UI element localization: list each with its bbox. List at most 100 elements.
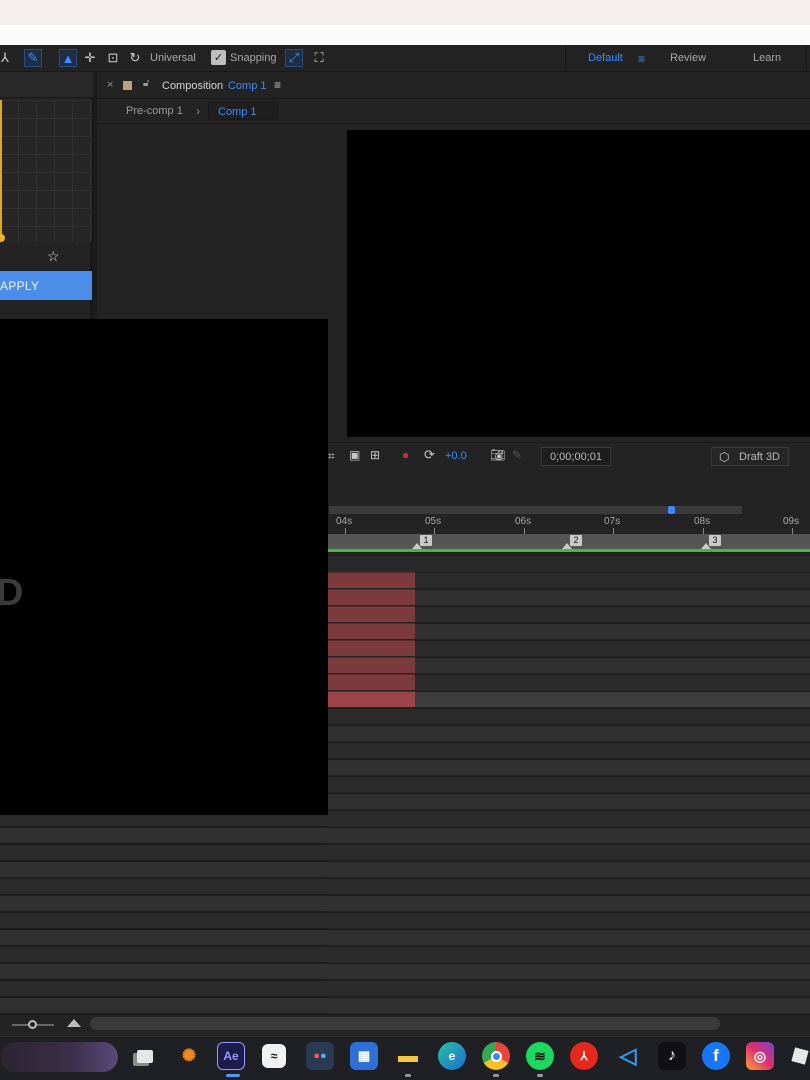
ruler-label: 04s [336,516,353,527]
vscode-icon[interactable]: ◁ [614,1042,642,1070]
empty-row [0,827,810,843]
breadcrumb-precomp[interactable]: Pre-comp 1 [126,105,183,117]
draft-3d-label: Draft 3D [739,451,780,463]
active-app-indicator [226,1074,240,1077]
ruler-label: 05s [425,516,442,527]
work-area-indicator [327,549,810,552]
reset-exposure-icon[interactable]: ⟳ [424,447,435,463]
app-indicator [493,1074,499,1077]
exposure-value[interactable]: +0.0 [445,450,467,462]
composition-viewer[interactable] [347,130,810,437]
workspace-default[interactable]: Default [588,52,623,64]
cube-icon: ⬡ [719,450,730,464]
spotify-icon[interactable]: ≋ [526,1042,554,1070]
ruler-label: 06s [515,516,532,527]
empty-row [0,895,810,911]
current-time-display[interactable]: 0;00;00;01 [541,447,611,466]
region-tool-icon[interactable]: ⊡ [104,49,122,67]
ruler-label: 07s [604,516,621,527]
empty-row [0,912,810,928]
guides-icon[interactable]: ⊞ [370,448,380,462]
empty-row [0,946,810,962]
snapping-checkbox-icon[interactable]: ✓ [211,50,226,65]
empty-row [0,878,810,894]
layer-duration-bar[interactable] [328,674,415,690]
layer-duration-bar[interactable] [328,657,415,673]
work-area-bar[interactable] [329,506,742,514]
window-top-strip [0,0,810,25]
composition-tab-prefix: Composition [162,80,224,92]
zoom-in-mountain-icon[interactable] [67,1019,81,1027]
layer-duration-bar-selected[interactable] [328,691,415,707]
tools-toolbar: ⅄ ✎ ▲ ✛ ⊡ ↻ Universal ✓ Snapping ⤢ ⛶ Def… [0,45,810,72]
empty-row [0,980,810,996]
lock-icon[interactable]: 🔓︎ [143,78,149,89]
app-indicator [405,1074,411,1077]
layer-duration-bar[interactable] [328,606,415,622]
easing-curve-graph[interactable] [0,100,92,242]
instagram-icon[interactable]: ◎ [746,1042,774,1070]
transparency-grid-icon[interactable]: ▣ [349,448,360,462]
empty-row [0,929,810,945]
tiktok-icon[interactable]: ♪ [658,1042,686,1070]
empty-row [0,963,810,979]
app-indicator [537,1074,543,1077]
microsoft-store-icon[interactable]: ▦ [350,1042,378,1070]
panel-menu-icon[interactable]: ≡ [274,78,281,92]
easing-panel-header [0,72,93,98]
facebook-icon[interactable]: f [702,1042,730,1070]
roi-icon[interactable]: ⌗ [328,449,335,464]
easing-curve-line [0,100,2,238]
comp-color-swatch [123,81,132,90]
rotate-tool-icon[interactable]: ↻ [126,49,144,67]
timeline-scrollbar[interactable] [90,1017,720,1030]
weather-widget[interactable] [0,1042,118,1072]
after-effects-icon[interactable]: Ae [217,1042,245,1070]
task-view-icon[interactable] [131,1042,159,1070]
ruler-label: 08s [694,516,711,527]
snapshot-camera-icon[interactable]: 📷︎ [490,448,505,462]
draft-3d-button[interactable]: ⬡ Draft 3D [711,447,789,466]
empty-row [0,844,810,860]
move-tool-icon[interactable]: ✛ [81,49,99,67]
favorite-star-icon[interactable]: ☆ [47,248,60,265]
composition-tab-name[interactable]: Comp 1 [228,80,267,92]
breadcrumb-chevron-icon: › [196,104,200,118]
snap-features-icon[interactable]: ⛶ [310,49,328,67]
puppet-pin-tool-icon[interactable]: ⅄ [0,49,14,67]
acrobat-icon[interactable]: ⅄ [570,1042,598,1070]
composition-tab-bar: × 🔓︎ Composition Comp 1 ≡ [97,72,810,99]
edge-icon[interactable]: e [438,1042,466,1070]
toolbar-divider [806,45,807,72]
chrome-icon[interactable] [482,1042,510,1070]
workspace-learn[interactable]: Learn [753,52,781,64]
layer-duration-bar[interactable] [328,589,415,605]
workspace-menu-icon[interactable]: ≡ [638,52,645,66]
blender-icon[interactable]: ✺ [175,1042,203,1070]
breadcrumb: Pre-comp 1 › [97,99,810,124]
layer-duration-bar[interactable] [328,640,415,656]
show-snapshot-icon[interactable]: ✎ [512,448,522,462]
snap-edges-icon[interactable]: ⤢ [285,49,303,67]
universal-label[interactable]: Universal [150,52,196,64]
close-tab-icon[interactable]: × [107,79,113,91]
workspace-review[interactable]: Review [670,52,706,64]
channel-icon[interactable]: ● [402,448,409,462]
roto-brush-tool-icon[interactable]: ✎ [24,49,42,67]
file-explorer-icon[interactable]: ▬ [394,1042,422,1070]
selection-tool-icon[interactable]: ▲ [59,49,77,67]
davinci-resolve-icon[interactable]: ● ● [306,1042,334,1070]
toolbar-divider [565,45,566,72]
ruler-label: 09s [783,516,800,527]
roblox-icon[interactable] [790,1042,810,1070]
snapping-label[interactable]: Snapping [230,52,277,64]
zoom-slider-knob[interactable] [28,1020,37,1029]
work-area-handle[interactable] [668,506,675,514]
black-overlay-panel [0,319,328,815]
capcut-icon[interactable]: ≈ [262,1044,286,1068]
layer-duration-bar[interactable] [328,623,415,639]
window-title-strip [0,25,810,45]
layer-duration-bar[interactable] [328,572,415,588]
apply-button[interactable]: APPLY [0,271,92,300]
breadcrumb-comp[interactable]: Comp 1 [208,102,278,120]
